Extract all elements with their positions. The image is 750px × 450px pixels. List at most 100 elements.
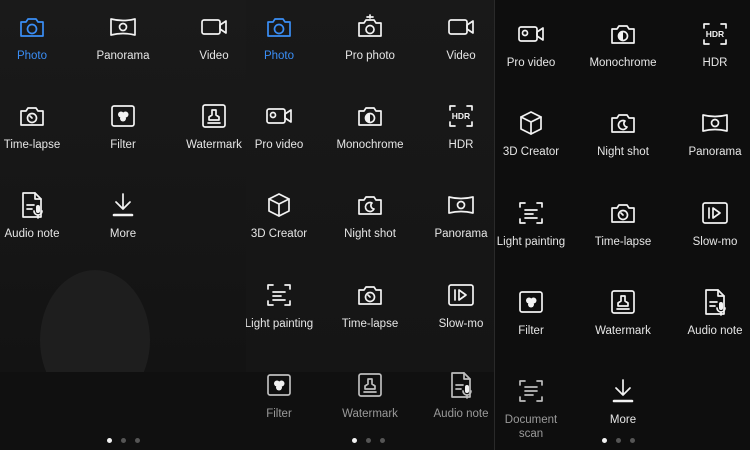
mode-label: Video xyxy=(199,50,229,62)
mode-time-lapse[interactable]: Time-lapse xyxy=(0,101,78,171)
mode-label: Document scan xyxy=(504,414,558,440)
mode-light-painting[interactable]: Light painting xyxy=(246,280,325,350)
panorama-icon xyxy=(110,18,136,36)
timelapse-icon xyxy=(20,107,44,126)
mode-panel-1: Photo Panorama Video Time-lapse Filter Waterm… xyxy=(0,0,246,450)
mode-label: Light painting xyxy=(246,318,314,330)
light-painting-icon xyxy=(519,202,543,224)
page-dot[interactable] xyxy=(601,438,607,443)
mode-label: Panorama xyxy=(688,146,742,158)
mode-hdr[interactable]: HDR HDR xyxy=(415,101,494,171)
mode-video[interactable]: Video xyxy=(415,12,494,82)
mode-filter[interactable]: Filter xyxy=(77,101,169,171)
mode-time-lapse[interactable]: Time-lapse xyxy=(324,280,416,350)
watermark-icon xyxy=(202,104,226,128)
mode-panorama[interactable]: Panorama xyxy=(415,190,494,260)
mode-label: More xyxy=(609,414,637,426)
mode-pro-photo[interactable]: Pro photo xyxy=(324,12,416,82)
mode-watermark[interactable]: Watermark xyxy=(168,101,246,171)
mode-label: Pro photo xyxy=(345,50,395,62)
mode-more[interactable]: More xyxy=(77,190,169,260)
panorama-icon xyxy=(702,114,728,132)
mode-filter[interactable]: Filter xyxy=(495,287,577,357)
mode-label: Time-lapse xyxy=(594,236,652,248)
mode-label: Light painting xyxy=(496,236,566,248)
mode-label: Watermark xyxy=(595,325,651,337)
mode-audio-note[interactable]: Audio note xyxy=(669,287,750,357)
slow-mo-icon xyxy=(448,284,474,306)
mode-label: 3D Creator xyxy=(250,228,308,240)
mode-slow-mo[interactable]: Slow-mo xyxy=(415,280,494,350)
page-dot[interactable] xyxy=(629,438,635,443)
mode-label: Filter xyxy=(266,408,292,420)
mode-label: HDR xyxy=(448,139,474,151)
mode-panorama[interactable]: Panorama xyxy=(77,12,169,82)
mode-label: 3D Creator xyxy=(502,146,560,158)
mode-more[interactable]: More xyxy=(577,376,669,446)
mode-label: Filter xyxy=(518,325,544,337)
timelapse-icon xyxy=(358,286,382,305)
page-dot[interactable] xyxy=(615,438,621,443)
mode-monochrome[interactable]: Monochrome xyxy=(577,19,669,89)
audio-note-icon xyxy=(451,372,472,399)
page-dot[interactable] xyxy=(106,438,112,443)
night-shot-icon xyxy=(358,196,382,215)
page-dot[interactable] xyxy=(351,438,357,443)
mode-label: Pro video xyxy=(254,139,304,151)
mode-time-lapse[interactable]: Time-lapse xyxy=(577,198,669,268)
video-camera-icon xyxy=(448,19,474,35)
mode-label: Slow-mo xyxy=(438,318,484,330)
mode-panel-2: Photo Pro photo Video Pro video Monochrome HD… xyxy=(246,0,494,450)
mode-monochrome[interactable]: Monochrome xyxy=(324,101,416,171)
mode-audio-note[interactable]: Audio note xyxy=(0,190,78,260)
mode-photo[interactable]: Photo xyxy=(246,12,325,82)
watermark-icon xyxy=(611,290,635,314)
filter-icon xyxy=(111,105,135,127)
mode-filter[interactable]: Filter xyxy=(246,370,325,440)
download-icon xyxy=(112,193,134,217)
mode-pro-video[interactable]: Pro video xyxy=(495,19,577,89)
night-shot-icon xyxy=(611,114,635,133)
mode-label: HDR xyxy=(702,57,728,69)
light-painting-icon xyxy=(267,284,291,306)
mode-label: Monochrome xyxy=(336,139,404,151)
mode-label: Watermark xyxy=(342,408,398,420)
mode-night-shot[interactable]: Night shot xyxy=(324,190,416,260)
mode-label: Night shot xyxy=(597,146,649,158)
page-dot[interactable] xyxy=(379,438,385,443)
mode-document-scan[interactable]: Document scan xyxy=(495,376,577,446)
monochrome-icon xyxy=(611,25,635,44)
mode-audio-note[interactable]: Audio note xyxy=(415,370,494,440)
mode-hdr[interactable]: HDR HDR xyxy=(669,19,750,89)
page-dot[interactable] xyxy=(120,438,126,443)
mode-label: Filter xyxy=(110,139,136,151)
mode-photo[interactable]: Photo xyxy=(0,12,78,82)
mode-label: Panorama xyxy=(96,50,150,62)
mode-label: Video xyxy=(446,50,476,62)
mode-watermark[interactable]: Watermark xyxy=(577,287,669,357)
timelapse-icon xyxy=(611,204,635,223)
mode-label: More xyxy=(109,228,137,240)
svg-text:HDR: HDR xyxy=(706,29,724,39)
cube-3d-icon xyxy=(520,111,542,135)
mode-panorama[interactable]: Panorama xyxy=(669,108,750,178)
audio-note-icon xyxy=(22,192,43,219)
mode-3d-creator[interactable]: 3D Creator xyxy=(246,190,325,260)
camera-icon xyxy=(20,18,44,37)
mode-watermark[interactable]: Watermark xyxy=(324,370,416,440)
mode-3d-creator[interactable]: 3D Creator xyxy=(495,108,577,178)
mode-night-shot[interactable]: Night shot xyxy=(577,108,669,178)
hdr-icon: HDR xyxy=(449,105,473,127)
mode-light-painting[interactable]: Light painting xyxy=(495,198,577,268)
cube-3d-icon xyxy=(268,193,290,217)
hdr-icon: HDR xyxy=(703,23,727,45)
mode-label: Time-lapse xyxy=(341,318,399,330)
page-dot[interactable] xyxy=(134,438,140,443)
mode-label: Monochrome xyxy=(589,57,657,69)
filter-icon xyxy=(267,374,291,396)
mode-video[interactable]: Video xyxy=(168,12,246,82)
mode-slow-mo[interactable]: Slow-mo xyxy=(669,198,750,268)
mode-pro-video[interactable]: Pro video xyxy=(246,101,325,171)
page-dot[interactable] xyxy=(365,438,371,443)
page-indicator xyxy=(348,438,388,446)
